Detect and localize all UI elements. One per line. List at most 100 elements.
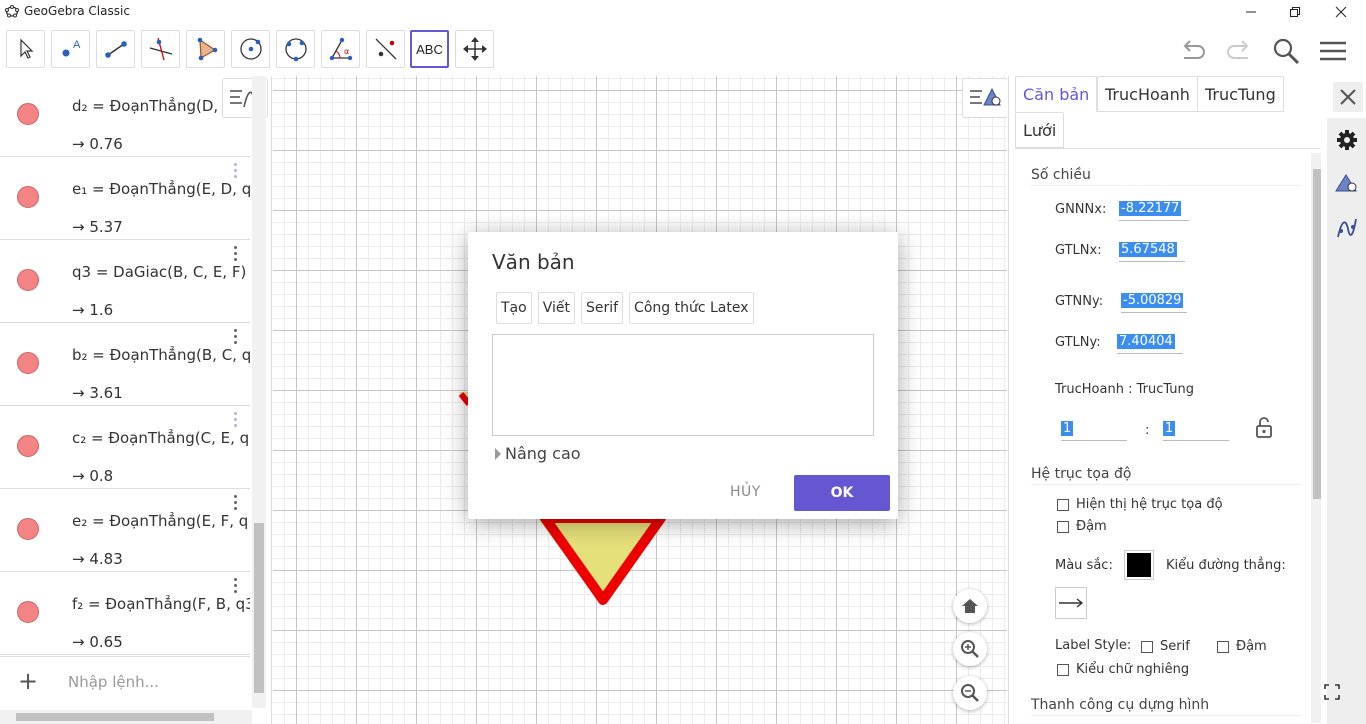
input-bar[interactable]: + Nhập lệnh... — [0, 656, 250, 708]
algebra-item-d2[interactable]: d₂ = ĐoạnThẳng(D, → 0.76 — [0, 76, 250, 157]
close-properties-button[interactable] — [1333, 82, 1363, 112]
algebra-definition[interactable]: q3 = DaGiac(B, C, E, F) — [72, 263, 250, 281]
command-input[interactable]: Nhập lệnh... — [68, 673, 159, 691]
move-graphics-view-tool[interactable] — [455, 30, 494, 68]
xmax-value: 5.67548 — [1119, 242, 1177, 257]
more-options-icon[interactable] — [231, 495, 239, 513]
home-button[interactable] — [953, 589, 987, 623]
segment-tool[interactable] — [96, 30, 135, 68]
ymax-field[interactable]: 7.40404 — [1117, 332, 1183, 354]
angle-tool[interactable]: α — [321, 30, 360, 68]
algebra-item-c2[interactable]: c₂ = ĐoạnThẳng(C, E, q → 0.8 — [0, 406, 250, 489]
graphics-settings-button[interactable] — [1333, 170, 1361, 198]
properties-vertical-scrollbar[interactable] — [1311, 153, 1321, 723]
zoom-in-icon — [961, 640, 979, 658]
visibility-toggle[interactable] — [17, 518, 39, 540]
algebra-item-e2[interactable]: e₂ = ĐoạnThẳng(E, F, q → 4.83 — [0, 489, 250, 572]
algebra-item-b2[interactable]: b₂ = ĐoạnThẳng(B, C, q → 3.61 — [0, 323, 250, 406]
tab-italic[interactable]: Viết — [537, 292, 575, 324]
algebra-definition[interactable]: e₁ = ĐoạnThẳng(E, D, q — [72, 180, 250, 198]
point-tool[interactable]: A — [51, 30, 90, 68]
circle-three-points-icon — [284, 38, 307, 62]
algebra-settings-button[interactable] — [1333, 214, 1361, 242]
visibility-toggle[interactable] — [17, 269, 39, 291]
cursor-arrow-icon — [19, 38, 33, 59]
tab-yaxis[interactable]: TrucTung — [1197, 76, 1284, 112]
visibility-toggle[interactable] — [17, 186, 39, 208]
ratio-x-field[interactable]: 1 — [1061, 419, 1127, 441]
restore-icon — [1290, 7, 1300, 17]
close-window-button[interactable] — [1318, 0, 1364, 24]
hamburger-menu-icon — [1320, 41, 1346, 61]
algebra-item-q3[interactable]: q3 = DaGiac(B, C, E, F) → 1.6 — [0, 240, 250, 323]
italic-checkbox[interactable]: Kiểu chữ nghiêng — [1057, 662, 1189, 677]
xmax-field[interactable]: 5.67548 — [1119, 240, 1185, 262]
visibility-toggle[interactable] — [17, 352, 39, 374]
move-tool[interactable] — [6, 30, 45, 68]
algebra-item-f2[interactable]: f₂ = ĐoạnThẳng(F, B, q3 → 0.65 — [0, 572, 250, 655]
show-axes-checkbox[interactable]: Hiện thị hệ trục tọa độ — [1057, 497, 1223, 512]
graph-curve-icon — [1337, 218, 1357, 238]
undo-icon — [1183, 40, 1205, 59]
ymin-field[interactable]: -5.00829 — [1121, 291, 1187, 313]
polygon-tool[interactable] — [186, 30, 225, 68]
visibility-toggle[interactable] — [17, 435, 39, 457]
more-options-icon[interactable] — [231, 412, 239, 430]
search-button[interactable] — [1271, 36, 1301, 66]
restore-button[interactable] — [1272, 0, 1318, 24]
minimize-button[interactable] — [1228, 0, 1274, 24]
circle-center-point-tool[interactable] — [231, 30, 270, 68]
close-icon — [1335, 6, 1347, 18]
algebra-definition[interactable]: f₂ = ĐoạnThẳng(F, B, q3 — [72, 595, 250, 613]
more-options-icon[interactable] — [231, 329, 239, 347]
lock-ratio-button[interactable] — [1255, 417, 1273, 443]
redo-button[interactable] — [1224, 36, 1254, 66]
xmin-field[interactable]: -8.22177 — [1119, 199, 1189, 221]
cancel-button[interactable]: HỦY — [730, 484, 761, 500]
more-options-icon[interactable] — [231, 578, 239, 596]
serif-checkbox[interactable]: Serif — [1141, 639, 1190, 654]
reflect-tool[interactable] — [366, 30, 405, 68]
main-menu-button[interactable] — [1318, 36, 1348, 66]
graphics-style-bar-toggle[interactable] — [962, 78, 1007, 118]
fullscreen-button[interactable] — [1318, 678, 1346, 706]
ratio-y-field[interactable]: 1 — [1163, 419, 1229, 441]
tab-grid[interactable]: Lưới — [1015, 112, 1065, 148]
algebra-item-e1[interactable]: e₁ = ĐoạnThẳng(E, D, q → 5.37 — [0, 157, 250, 240]
circle-three-points-tool[interactable] — [276, 30, 315, 68]
minimize-icon — [1246, 11, 1256, 13]
axes-color-swatch[interactable] — [1124, 550, 1154, 580]
algebra-horizontal-scrollbar[interactable] — [0, 710, 252, 724]
ok-button[interactable]: OK — [794, 475, 890, 511]
global-settings-button[interactable] — [1333, 126, 1361, 154]
undo-button[interactable] — [1178, 36, 1208, 66]
tab-create[interactable]: Tạo — [496, 292, 532, 324]
visibility-toggle[interactable] — [17, 601, 39, 623]
bold-axes-checkbox[interactable]: Đậm — [1057, 519, 1107, 534]
text-input-area[interactable] — [492, 334, 874, 436]
bold-label-checkbox[interactable]: Đậm — [1217, 639, 1267, 654]
algebra-value: → 0.76 — [72, 135, 123, 153]
more-options-icon[interactable] — [231, 246, 239, 264]
visibility-toggle[interactable] — [17, 103, 39, 125]
more-options-icon[interactable] — [231, 163, 239, 181]
tab-serif[interactable]: Serif — [580, 292, 624, 324]
expand-triangle-icon — [495, 447, 501, 460]
tab-basic[interactable]: Căn bản — [1015, 76, 1098, 112]
algebra-definition[interactable]: b₂ = ĐoạnThẳng(B, C, q — [72, 346, 250, 364]
algebra-vertical-scrollbar[interactable] — [252, 76, 266, 708]
tab-xaxis[interactable]: TrucHoanh — [1097, 76, 1198, 112]
algebra-definition[interactable]: e₂ = ĐoạnThẳng(E, F, q — [72, 512, 250, 530]
italic-label: Kiểu chữ nghiêng — [1076, 662, 1190, 677]
tab-latex[interactable]: Công thức Latex — [629, 292, 754, 324]
point-icon: A — [62, 39, 81, 57]
advanced-toggle[interactable]: Nâng cao — [495, 444, 581, 463]
zoom-out-button[interactable] — [953, 676, 987, 710]
perpendicular-line-tool[interactable] — [141, 30, 180, 68]
algebra-definition[interactable]: c₂ = ĐoạnThẳng(C, E, q — [72, 429, 250, 447]
zoom-in-button[interactable] — [953, 632, 987, 666]
add-input-icon[interactable]: + — [18, 667, 38, 695]
line-style-button[interactable] — [1055, 587, 1087, 619]
algebra-view: d₂ = ĐoạnThẳng(D, → 0.76 e₁ = ĐoạnThẳng(… — [0, 76, 272, 724]
text-tool[interactable]: ABC — [410, 30, 449, 68]
